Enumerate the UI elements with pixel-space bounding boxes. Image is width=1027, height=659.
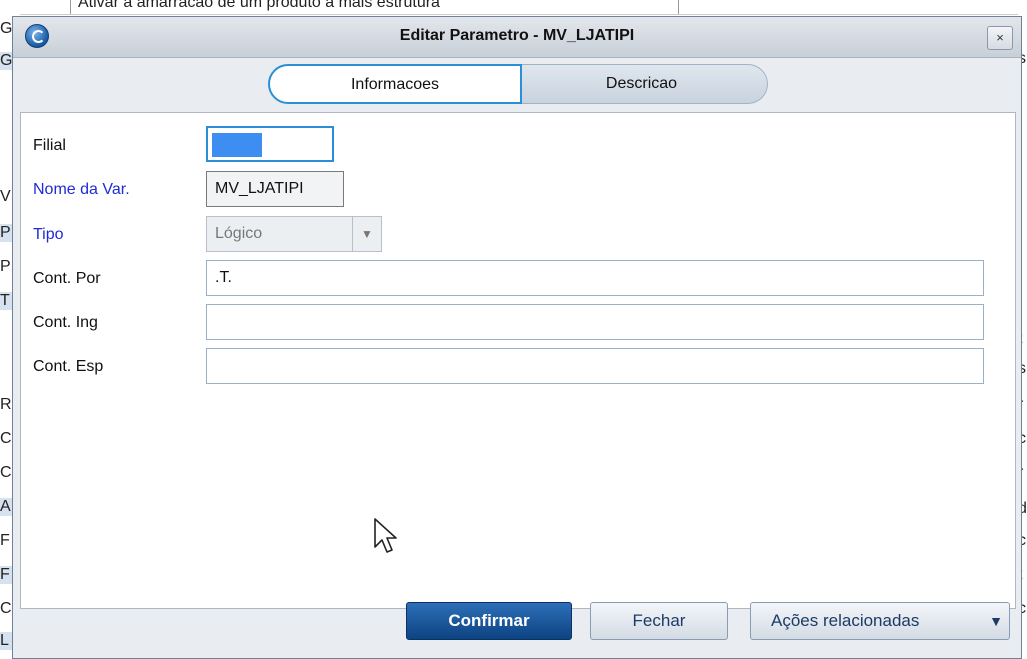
tab-label: nformacoes xyxy=(355,76,440,93)
tipo-select[interactable]: Lógico ▼ xyxy=(206,216,382,252)
cont-ing-input[interactable] xyxy=(206,304,984,340)
cont-ing-label: Cont. Ing xyxy=(33,314,98,331)
filial-field[interactable] xyxy=(206,126,334,162)
related-actions-label: Ações relacionadas xyxy=(771,611,920,630)
tab-bar: Informacoes Descricao xyxy=(268,64,768,104)
chevron-down-icon[interactable]: ▼ xyxy=(352,217,381,251)
nome-var-field[interactable]: MV_LJATIPI xyxy=(206,171,344,207)
cont-esp-input[interactable] xyxy=(206,348,984,384)
dialog-title: Editar Parametro - MV_LJATIPI xyxy=(399,27,635,44)
related-actions-button[interactable]: Ações relacionadas ▼ xyxy=(750,602,1010,640)
cont-por-label: Cont. Por xyxy=(33,270,101,287)
tab-hotkey: D xyxy=(605,75,618,92)
background-column-divider xyxy=(70,0,71,14)
chevron-down-icon: ▼ xyxy=(989,613,1003,629)
mouse-cursor-icon xyxy=(374,518,397,553)
tab-informacoes[interactable]: Informacoes xyxy=(268,64,522,104)
fechar-button[interactable]: Fechar xyxy=(590,602,728,640)
form-panel: Filial Nome da Var. MV_LJATIPI Tipo Lógi… xyxy=(20,112,1016,609)
cont-esp-label: Cont. Esp xyxy=(33,358,104,375)
tipo-label: Tipo xyxy=(33,226,64,243)
tipo-value: Lógico xyxy=(215,225,263,242)
background-grid-header: Ativar a amarracao de um produto a mais … xyxy=(0,0,1027,15)
confirm-button[interactable]: Confirmar xyxy=(406,602,572,640)
background-row-text: Ativar a amarracao de um produto a mais … xyxy=(78,0,440,11)
text-selection-highlight xyxy=(212,133,262,157)
background-column-divider xyxy=(678,0,679,14)
nome-var-label: Nome da Var. xyxy=(33,181,130,198)
tab-label: escricao xyxy=(617,75,678,92)
cont-por-input[interactable] xyxy=(206,260,984,296)
close-button[interactable]: × xyxy=(987,26,1013,50)
edit-parameter-dialog: Editar Parametro - MV_LJATIPI × Informac… xyxy=(12,16,1022,659)
dialog-titlebar[interactable]: Editar Parametro - MV_LJATIPI × xyxy=(13,17,1021,58)
filial-label: Filial xyxy=(33,137,66,154)
tab-descricao[interactable]: Descricao xyxy=(516,64,768,104)
